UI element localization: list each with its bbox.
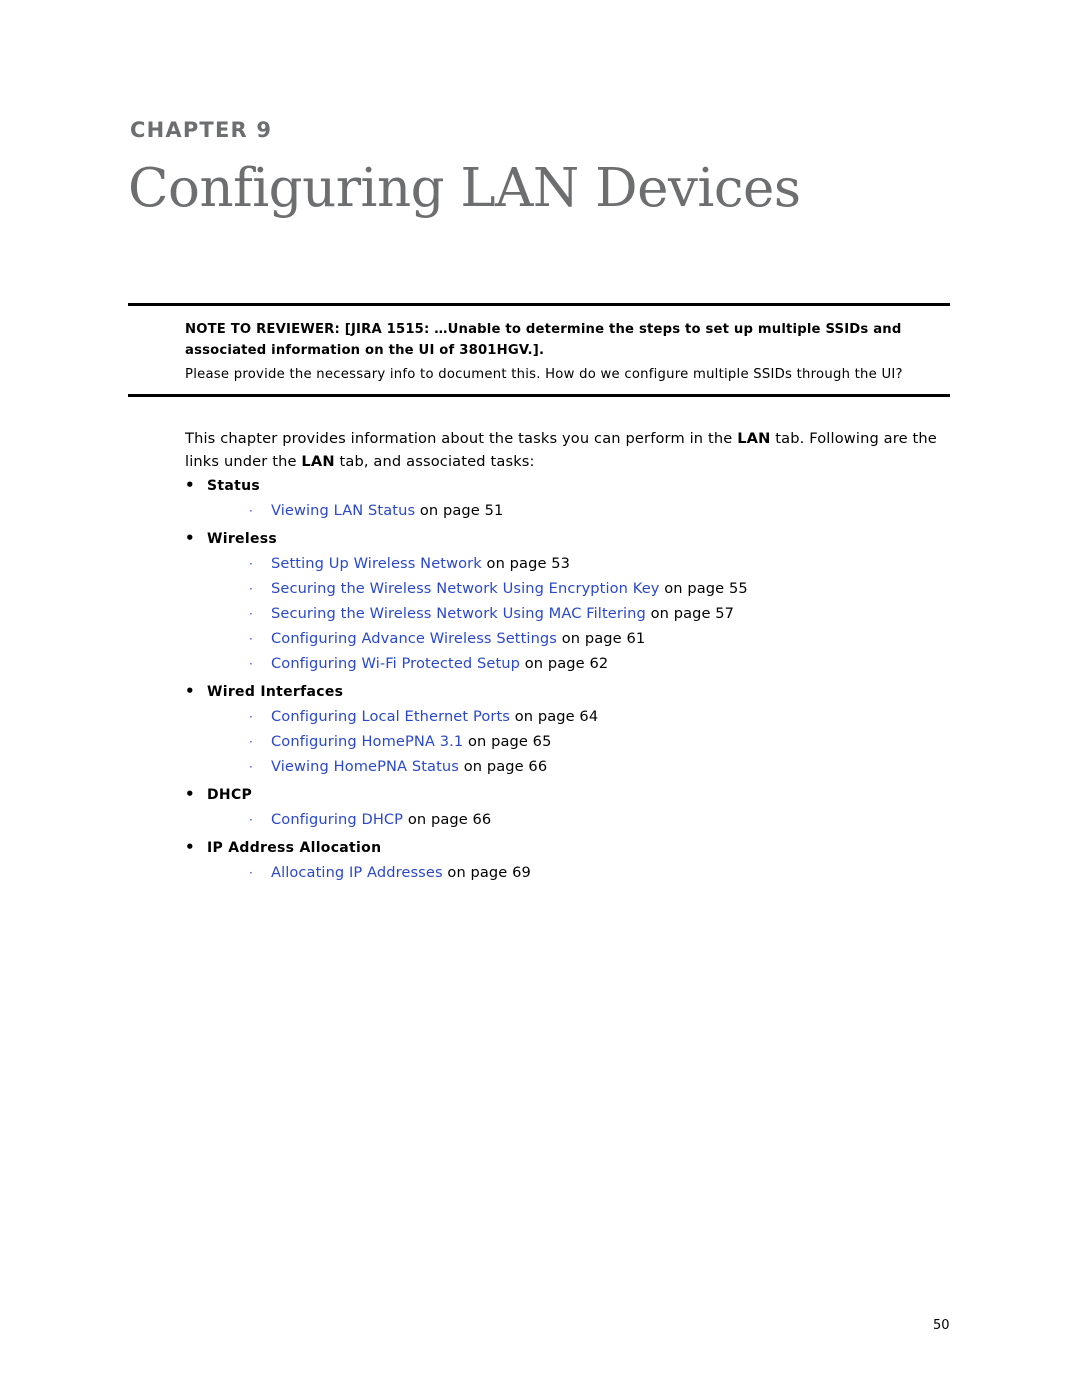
toc-link[interactable]: Viewing LAN Status [271,502,415,519]
toc-page-reference: on page 61 [557,630,646,647]
toc-item-text: Setting Up Wireless Network on page 53 [271,555,570,572]
toc-link[interactable]: Securing the Wireless Network Using Encr… [271,580,660,597]
toc-page-reference: on page 66 [403,811,492,828]
toc-link[interactable]: Viewing HomePNA Status [271,758,459,775]
toc-item: · Securing the Wireless Network Using MAC… [249,605,975,622]
toc-section-wired-interfaces: • Wired Interfaces [185,682,975,701]
toc-link[interactable]: Securing the Wireless Network Using MAC … [271,605,646,622]
sub-bullet-icon: · [249,813,253,827]
reviewer-note-heading: NOTE TO REVIEWER: [JIRA 1515: …Unable to… [185,322,902,359]
bullet-icon: • [185,529,195,547]
reviewer-note-text: Please provide the necessary info to doc… [185,366,903,382]
toc-link[interactable]: Configuring Advance Wireless Settings [271,630,557,647]
toc-section-label: Wireless [207,531,278,547]
toc-link[interactable]: Allocating IP Addresses [271,864,443,881]
intro-part-1: This chapter provides information about … [185,430,738,447]
sub-bullet-icon: · [249,632,253,646]
toc-item-text: Viewing HomePNA Status on page 66 [271,758,547,775]
toc-item: · Configuring Advance Wireless Settings o… [249,630,975,647]
note-rule-bottom [128,394,950,398]
toc-page-reference: on page 55 [659,580,748,597]
sub-bullet-icon: · [249,866,253,880]
toc-link[interactable]: Configuring Wi-Fi Protected Setup [271,655,520,672]
page-number: 50 [933,1318,950,1333]
toc-section-label: Wired Interfaces [207,684,344,700]
toc-link[interactable]: Configuring Local Ethernet Ports [271,708,510,725]
bullet-icon: • [185,476,195,494]
toc-section-label: Status [207,478,261,494]
toc-page-reference: on page 62 [520,655,609,672]
reviewer-note-box: NOTE TO REVIEWER: [JIRA 1515: …Unable to… [128,303,950,398]
sub-bullet-icon: · [249,657,253,671]
toc-page-reference: on page 53 [481,555,571,572]
toc-section-dhcp: • DHCP [185,785,975,804]
sub-bullet-icon: · [249,582,253,596]
chapter-toc: • Status · Viewing LAN Status on page 51 • Wi… [185,476,975,882]
chapter-label: CHAPTER 9 [130,118,273,142]
toc-page-reference: on page 64 [509,708,599,725]
toc-item-text: Securing the Wireless Network Using MAC … [271,605,734,622]
sub-bullet-icon: · [249,710,253,724]
toc-section-wireless: • Wireless [185,529,975,548]
toc-link[interactable]: Configuring HomePNA 3.1 [271,733,463,750]
intro-paragraph: This chapter provides information about … [185,428,950,473]
bullet-icon: • [185,682,195,700]
toc-item: · Configuring HomePNA 3.1 on page 65 [249,733,975,750]
toc-link[interactable]: Configuring DHCP [271,811,403,828]
toc-page-reference: on page 57 [645,605,735,622]
toc-section-label: DHCP [207,787,253,803]
toc-item-text: Viewing LAN Status on page 51 [271,502,503,519]
toc-item: · Configuring Local Ethernet Ports on pag… [249,708,975,725]
intro-bold-lan-1: LAN [737,430,771,447]
toc-page-reference: on page 51 [415,502,504,519]
document-page: CHAPTER 9 Configuring LAN Devices NOTE T… [0,0,1080,1397]
intro-bold-lan-2: LAN [301,452,335,470]
bullet-icon: • [185,785,195,803]
toc-section-ip-address-allocation: • IP Address Allocation [185,838,975,857]
sub-bullet-icon: · [249,504,253,518]
sub-bullet-icon: · [249,735,253,749]
toc-item: · Viewing LAN Status on page 51 [249,502,975,519]
bullet-icon: • [185,838,195,856]
sub-bullet-icon: · [249,557,253,571]
toc-item: · Configuring DHCP on page 66 [249,811,975,828]
toc-item-text: Configuring Local Ethernet Ports on page… [271,708,598,725]
toc-item: · Allocating IP Addresses on page 69 [249,864,975,881]
toc-section-status: • Status [185,476,975,495]
toc-item-text: Configuring Advance Wireless Settings on… [271,630,645,647]
toc-item-text: Configuring Wi-Fi Protected Setup on pag… [271,655,608,672]
toc-item-text: Configuring HomePNA 3.1 on page 65 [271,733,551,750]
toc-link[interactable]: Setting Up Wireless Network [271,555,482,572]
toc-page-reference: on page 65 [463,733,552,750]
toc-section-label: IP Address Allocation [207,840,382,856]
toc-item: · Setting Up Wireless Network on page 53 [249,555,975,572]
sub-bullet-icon: · [249,607,253,621]
toc-item: · Securing the Wireless Network Using Enc… [249,580,975,597]
toc-page-reference: on page 69 [442,864,531,881]
sub-bullet-icon: · [249,760,253,774]
toc-item: · Viewing HomePNA Status on page 66 [249,758,975,775]
toc-item: · Configuring Wi-Fi Protected Setup on pa… [249,655,975,672]
toc-page-reference: on page 66 [458,758,548,775]
toc-item-text: Configuring DHCP on page 66 [271,811,491,828]
page-title: Configuring LAN Devices [128,158,801,219]
toc-item-text: Securing the Wireless Network Using Encr… [271,580,748,597]
intro-part-3: tab, and associated tasks: [334,452,535,470]
toc-item-text: Allocating IP Addresses on page 69 [271,864,531,881]
reviewer-note-body: NOTE TO REVIEWER: [JIRA 1515: …Unable to… [128,306,950,394]
